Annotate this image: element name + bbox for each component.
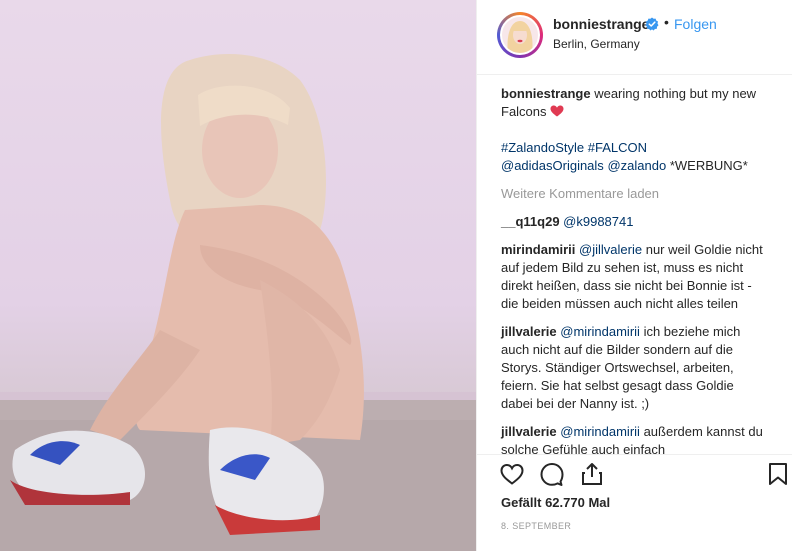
comment-item: __q11q29 @k9988741 [501, 213, 769, 231]
post-side-panel: bonniestrange • Folgen Berlin, Germany b… [476, 0, 792, 551]
hashtag-falcon[interactable]: #FALCON [588, 140, 647, 155]
mention-zalando[interactable]: @zalando [607, 158, 666, 173]
load-more-comments-button[interactable]: Weitere Kommentare laden [501, 185, 769, 203]
action-bar: Gefällt 62.770 Mal 8. SEPTEMBER [477, 454, 792, 551]
speech-bubble-icon[interactable] [539, 461, 565, 487]
caption: bonniestrange wearing nothing but my new… [501, 85, 769, 175]
follow-button[interactable]: Folgen [674, 16, 717, 32]
post-photo[interactable] [0, 0, 476, 551]
comment-mention[interactable]: @k9988741 [563, 214, 633, 229]
hashtag-zalandostyle[interactable]: #ZalandoStyle [501, 140, 584, 155]
avatar[interactable] [500, 15, 540, 55]
comment-username[interactable]: mirindamirii [501, 242, 575, 257]
heart-outline-icon[interactable] [499, 461, 525, 487]
comment-item: jillvalerie @mirindamirii ich beziehe mi… [501, 323, 769, 413]
bookmark-icon[interactable] [765, 461, 791, 487]
likes-count[interactable]: Gefällt 62.770 Mal [501, 495, 610, 510]
comment-item: mirindamirii @jillvalerie nur weil Goldi… [501, 241, 769, 313]
post-date[interactable]: 8. SEPTEMBER [501, 521, 571, 531]
caption-hashtags: #ZalandoStyle #FALCON @adidasOriginals @… [501, 139, 769, 175]
comment-mention[interactable]: @mirindamirii [560, 424, 640, 439]
caption-username[interactable]: bonniestrange [501, 86, 591, 101]
avatar-story-ring[interactable] [497, 12, 543, 58]
header-username[interactable]: bonniestrange [553, 16, 649, 32]
share-icon[interactable] [579, 461, 605, 487]
red-heart-emoji-icon [550, 105, 564, 117]
separator-dot: • [664, 14, 669, 30]
post-header: bonniestrange • Folgen Berlin, Germany [477, 0, 792, 75]
comment-item: jillvalerie @mirindamirii außerdem kanns… [501, 423, 769, 454]
verified-badge-icon [645, 17, 659, 31]
werbung-label: *WERBUNG* [669, 158, 748, 173]
comment-mention[interactable]: @mirindamirii [560, 324, 640, 339]
mention-adidasoriginals[interactable]: @adidasOriginals [501, 158, 604, 173]
comment-username[interactable]: jillvalerie [501, 424, 557, 439]
comment-username[interactable]: jillvalerie [501, 324, 557, 339]
comment-mention[interactable]: @jillvalerie [579, 242, 642, 257]
comments-list[interactable]: bonniestrange wearing nothing but my new… [477, 75, 792, 454]
location-link[interactable]: Berlin, Germany [553, 37, 640, 51]
comment-username[interactable]: __q11q29 [501, 214, 560, 229]
